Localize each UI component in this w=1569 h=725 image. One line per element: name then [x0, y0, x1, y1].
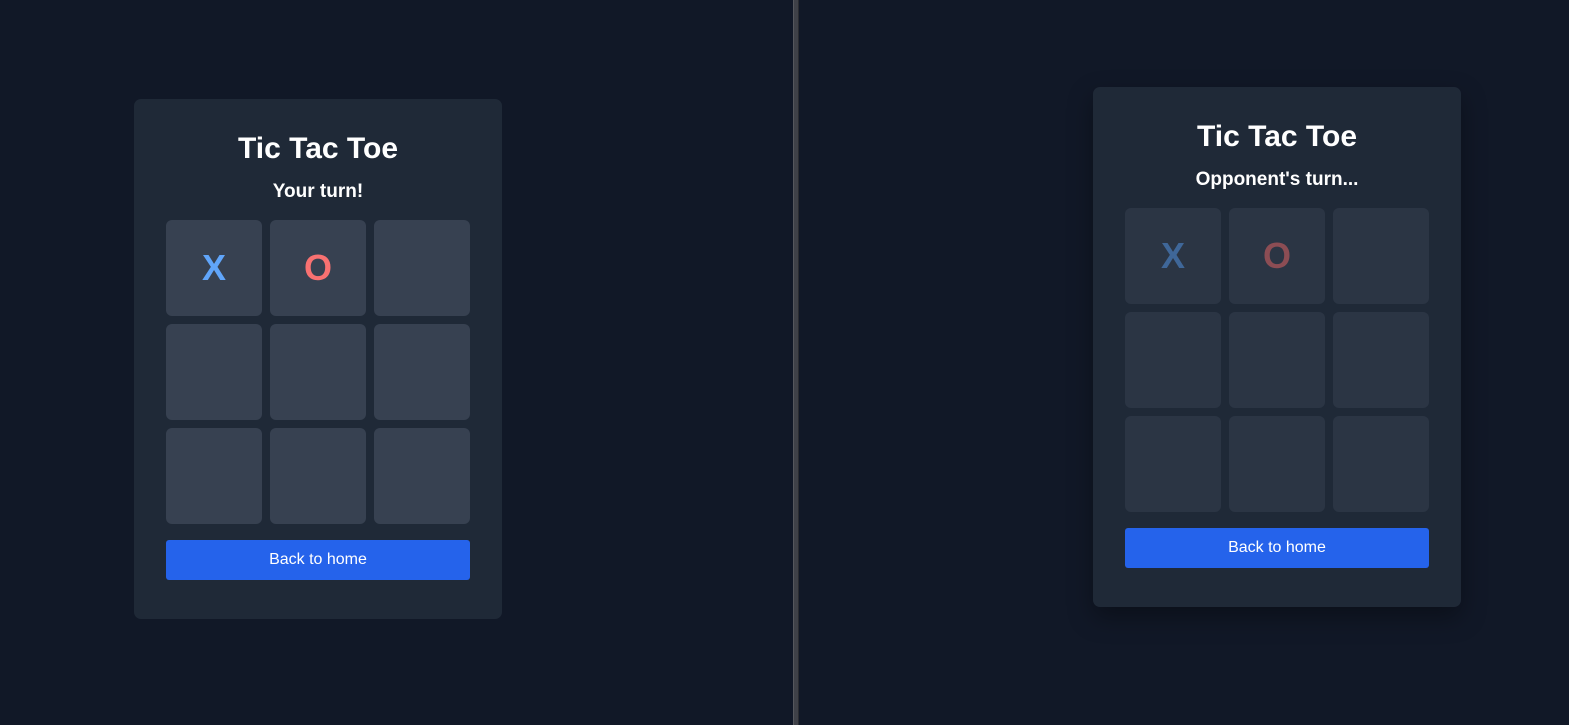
left-pane: Tic Tac Toe Your turn! X O Back to home: [0, 0, 793, 725]
game-card: Tic Tac Toe Your turn! X O Back to home: [134, 99, 502, 619]
board-cell-2: O: [1229, 208, 1325, 304]
board-cell-3: [1333, 208, 1429, 304]
board-cell-3[interactable]: [374, 220, 470, 316]
board-cell-9[interactable]: [374, 428, 470, 524]
right-pane: Tic Tac Toe Opponent's turn... X O Back …: [799, 0, 1569, 725]
board-cell-4: [1125, 312, 1221, 408]
board-cell-7: [1125, 416, 1221, 512]
game-board: X O: [1125, 208, 1429, 512]
board-cell-5[interactable]: [270, 324, 366, 420]
back-to-home-button[interactable]: Back to home: [166, 540, 470, 580]
game-board: X O: [166, 220, 470, 524]
board-cell-6[interactable]: [374, 324, 470, 420]
game-card: Tic Tac Toe Opponent's turn... X O Back …: [1093, 87, 1461, 607]
back-to-home-button[interactable]: Back to home: [1125, 528, 1429, 568]
board-cell-6: [1333, 312, 1429, 408]
board-cell-8: [1229, 416, 1325, 512]
board-cell-4[interactable]: [166, 324, 262, 420]
split-view: Tic Tac Toe Your turn! X O Back to home …: [0, 0, 1569, 725]
board-cell-1: X: [1125, 208, 1221, 304]
turn-status: Opponent's turn...: [1195, 169, 1359, 190]
board-cell-5: [1229, 312, 1325, 408]
board-cell-9: [1333, 416, 1429, 512]
board-cell-2[interactable]: O: [270, 220, 366, 316]
board-cell-1[interactable]: X: [166, 220, 262, 316]
board-cell-8[interactable]: [270, 428, 366, 524]
board-cell-7[interactable]: [166, 428, 262, 524]
turn-status: Your turn!: [272, 181, 364, 202]
game-title: Tic Tac Toe: [1196, 120, 1358, 153]
game-title: Tic Tac Toe: [237, 132, 399, 165]
